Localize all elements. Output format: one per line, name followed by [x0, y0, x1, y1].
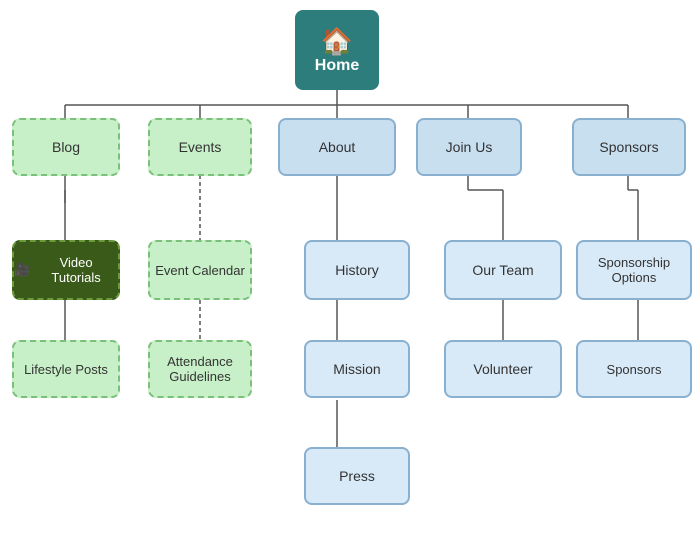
mission-label: Mission — [333, 361, 380, 377]
about-node[interactable]: About — [278, 118, 396, 176]
press-node[interactable]: Press — [304, 447, 410, 505]
about-label: About — [319, 139, 356, 155]
tree-container: 🏠 Home Blog Events About Join Us Sponsor… — [0, 0, 700, 533]
events-label: Events — [179, 139, 222, 155]
join-us-label: Join Us — [446, 139, 493, 155]
attendance-guidelines-label: Attendance Guidelines — [150, 354, 250, 384]
mission-node[interactable]: Mission — [304, 340, 410, 398]
video-tutorials-label: Video Tutorials — [34, 255, 118, 285]
volunteer-node[interactable]: Volunteer — [444, 340, 562, 398]
attendance-guidelines-node[interactable]: Attendance Guidelines — [148, 340, 252, 398]
sponsors-child-node[interactable]: Sponsors — [576, 340, 692, 398]
sponsors-top-node[interactable]: Sponsors — [572, 118, 686, 176]
camera-icon: 🎥 — [14, 262, 30, 278]
volunteer-label: Volunteer — [473, 361, 532, 377]
sponsorship-options-label: Sponsorship Options — [578, 255, 690, 285]
sponsors-top-label: Sponsors — [599, 139, 658, 155]
sponsorship-options-node[interactable]: Sponsorship Options — [576, 240, 692, 300]
home-icon: 🏠 — [321, 26, 353, 57]
home-label: Home — [315, 57, 359, 75]
press-label: Press — [339, 468, 375, 484]
history-label: History — [335, 262, 379, 278]
sponsors-child-label: Sponsors — [607, 362, 662, 377]
video-tutorials-node[interactable]: 🎥 Video Tutorials — [12, 240, 120, 300]
our-team-label: Our Team — [472, 262, 533, 278]
events-node[interactable]: Events — [148, 118, 252, 176]
event-calendar-label: Event Calendar — [155, 263, 245, 278]
home-node[interactable]: 🏠 Home — [295, 10, 379, 90]
history-node[interactable]: History — [304, 240, 410, 300]
blog-node[interactable]: Blog — [12, 118, 120, 176]
event-calendar-node[interactable]: Event Calendar — [148, 240, 252, 300]
lifestyle-posts-node[interactable]: Lifestyle Posts — [12, 340, 120, 398]
lifestyle-posts-label: Lifestyle Posts — [24, 362, 108, 377]
blog-label: Blog — [52, 139, 80, 155]
our-team-node[interactable]: Our Team — [444, 240, 562, 300]
join-us-node[interactable]: Join Us — [416, 118, 522, 176]
